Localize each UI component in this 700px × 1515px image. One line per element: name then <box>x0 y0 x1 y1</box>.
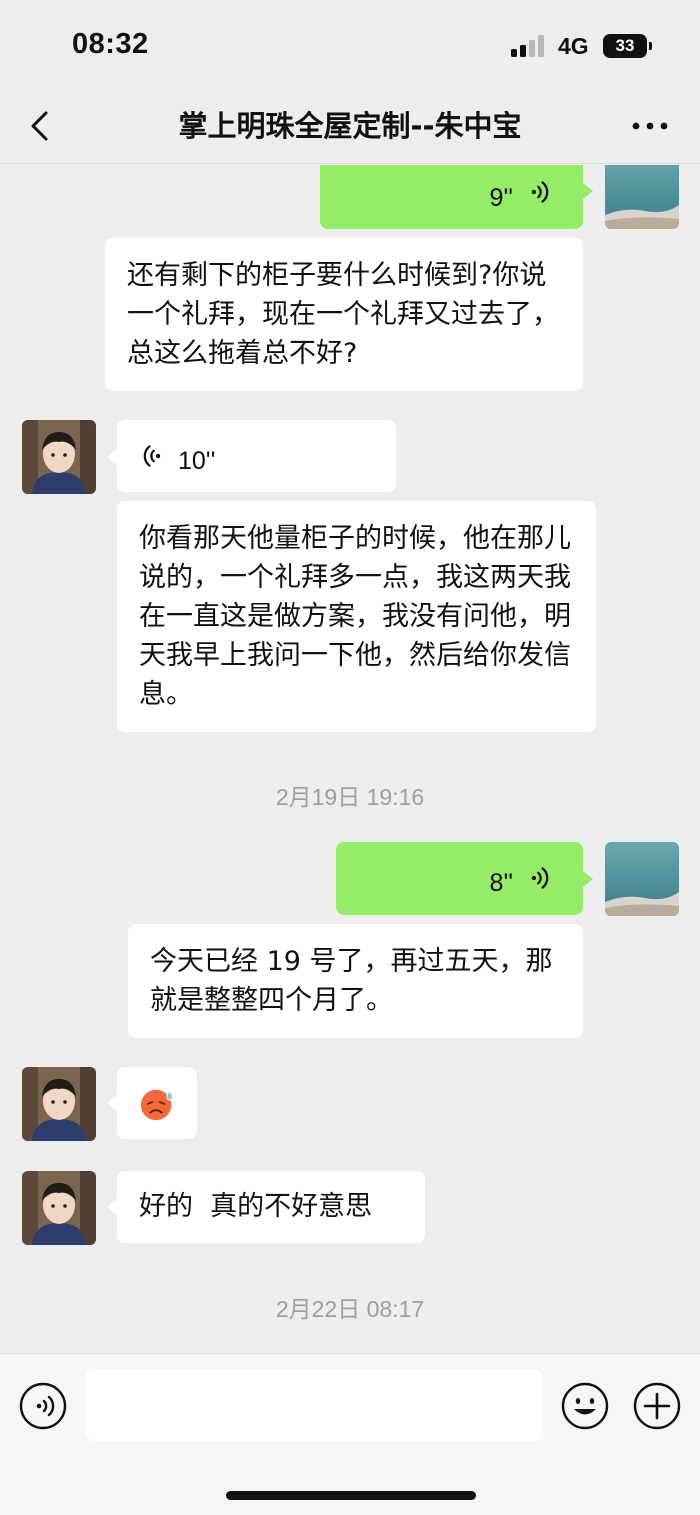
text-message[interactable]: 还有剩下的柜子要什么时候到?你说一个礼拜，现在一个礼拜又过去了，总这么拖着总不好… <box>105 238 583 391</box>
bubble-tail <box>583 183 593 199</box>
message-list[interactable]: 9'' 还有剩下的柜子要什么时候到?你说一个礼拜，现在一个礼拜又过去了，总这么拖… <box>0 165 700 1353</box>
voice-duration: 8'' <box>489 869 513 897</box>
voice-duration: 9'' <box>489 184 513 212</box>
input-bar <box>0 1353 700 1515</box>
voice-input-toggle-icon[interactable] <box>18 1381 68 1431</box>
emoji-icon[interactable] <box>560 1381 610 1431</box>
text-message[interactable]: 好的 真的不好意思 <box>117 1171 425 1243</box>
add-attachment-icon[interactable] <box>632 1381 682 1431</box>
contact-avatar[interactable] <box>22 1171 96 1245</box>
chat-header: 掌上明珠全屋定制--朱中宝 <box>0 92 700 164</box>
bubble-tail <box>583 871 593 887</box>
message-text: 好的 真的不好意思 <box>139 1191 373 1222</box>
voice-wave-icon <box>531 181 549 203</box>
bubble-tail <box>107 449 117 465</box>
voice-duration: 10'' <box>178 447 216 475</box>
self-avatar[interactable] <box>605 842 679 916</box>
more-options-icon[interactable] <box>628 116 672 136</box>
chat-title: 掌上明珠全屋定制--朱中宝 <box>178 109 522 143</box>
voice-message[interactable]: 8'' <box>336 842 583 915</box>
message-text: 今天已经 19 号了，再过五天，那就是整整四个月了。 <box>150 946 553 1016</box>
network-type: 4G <box>558 33 589 59</box>
battery-icon: 33 <box>603 34 647 58</box>
message-text: 还有剩下的柜子要什么时候到?你说一个礼拜，现在一个礼拜又过去了，总这么拖着总不好… <box>127 260 559 369</box>
sweat-face-emoji-icon <box>140 1089 173 1121</box>
contact-avatar[interactable] <box>22 1067 96 1141</box>
voice-wave-icon <box>531 867 549 889</box>
bubble-tail <box>107 1199 117 1215</box>
voice-wave-icon <box>143 445 161 467</box>
status-bar: 08:32 4G 33 <box>0 0 700 92</box>
contact-avatar[interactable] <box>22 420 96 494</box>
status-time: 08:32 <box>72 28 149 60</box>
emoji-message[interactable] <box>117 1067 197 1139</box>
bubble-tail <box>107 1095 117 1111</box>
message-text: 你看那天他量柜子的时候，他在那儿说的，一个礼拜多一点，我这两天我在一直这是做方案… <box>139 523 571 710</box>
chat-timestamp: 2月22日 08:17 <box>275 1296 425 1322</box>
text-message[interactable]: 今天已经 19 号了，再过五天，那就是整整四个月了。 <box>128 924 583 1038</box>
chat-timestamp: 2月19日 19:16 <box>275 784 425 810</box>
message-input[interactable] <box>86 1369 542 1441</box>
text-message[interactable]: 你看那天他量柜子的时候，他在那儿说的，一个礼拜多一点，我这两天我在一直这是做方案… <box>117 501 596 732</box>
signal-strength-icon <box>511 35 547 57</box>
home-indicator[interactable] <box>226 1491 476 1500</box>
back-arrow-icon[interactable] <box>22 106 62 146</box>
battery-tip <box>649 42 652 50</box>
voice-message[interactable]: 9'' <box>320 165 583 229</box>
voice-message[interactable]: 10'' <box>117 420 396 492</box>
self-avatar[interactable] <box>605 165 679 229</box>
